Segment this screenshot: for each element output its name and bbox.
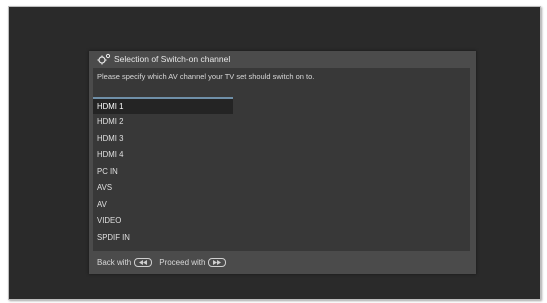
channel-item-label: AV [97,199,107,209]
channel-item[interactable]: PC IN [93,164,233,181]
channel-item[interactable]: HDMI 3 [93,131,233,148]
channel-item-label: HDMI 4 [97,150,124,159]
fast-forward-button-icon[interactable] [208,258,227,267]
channel-item-label: SPDIF IN [97,232,130,242]
channel-item[interactable]: SPDIF IN [93,230,233,247]
dialog-prompt: Please specify which AV channel your TV … [97,72,315,81]
channel-item[interactable]: HDMI 2 [93,114,233,131]
back-label: Back with [97,258,132,267]
dialog-title: Selection of Switch-on channel [114,54,231,64]
channel-item[interactable]: VIDEO [93,213,233,230]
channel-item-label: HDMI 2 [97,117,124,126]
channel-item-label: HDMI 1 [97,102,124,111]
channel-item-label: PC IN [97,166,118,176]
channel-list: HDMI 1 HDMI 2 HDMI 3 HDMI 4 PC IN AVS AV VIDEO S… [93,97,233,246]
dialog-content: Please specify which AV channel your TV … [93,68,470,251]
switch-on-channel-dialog: Selection of Switch-on channel Please sp… [89,51,476,274]
channel-item[interactable]: HDMI 4 [93,147,233,164]
settings-gear-icon [97,53,111,65]
proceed-label: Proceed with [159,258,206,267]
tv-screen: Selection of Switch-on channel Please sp… [8,6,541,300]
channel-item-label: AVS [97,183,113,192]
dialog-titlebar: Selection of Switch-on channel [89,51,476,67]
channel-item[interactable]: AVS [93,180,233,197]
channel-item-label: VIDEO [97,216,122,225]
channel-item[interactable]: AV [93,197,233,214]
channel-item-label: HDMI 3 [97,133,124,143]
dialog-footer: Back with Proceed with [89,253,476,272]
channel-item[interactable]: HDMI 1 [93,97,233,114]
rewind-button-icon[interactable] [134,258,153,267]
